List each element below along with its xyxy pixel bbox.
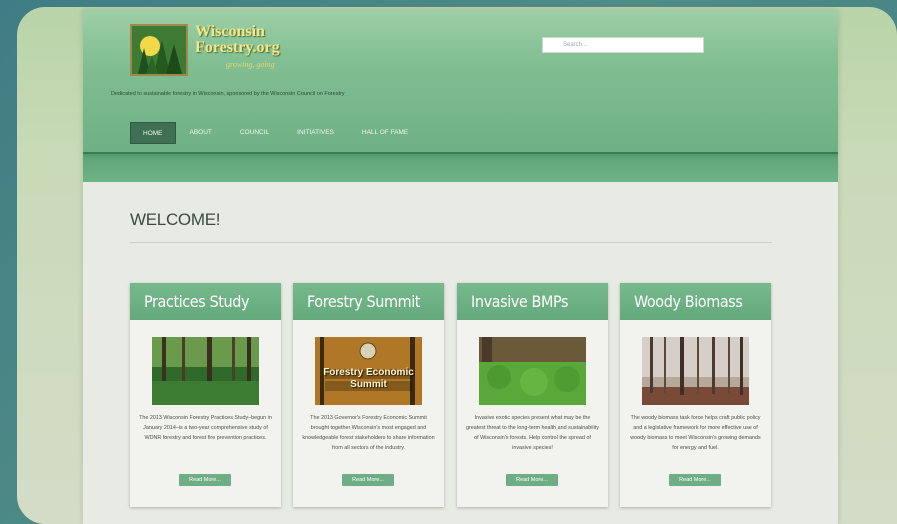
nav-council[interactable]: COUNCIL — [226, 122, 283, 144]
card-text: Invasive exotic species present what may… — [465, 415, 600, 451]
logo-tagline: growing, going — [226, 60, 275, 69]
card-text: The woody biomass task force helps craft… — [630, 415, 761, 451]
logo-line-2: Forestry.org — [195, 39, 280, 56]
nav-hall-of-fame[interactable]: HALL OF FAME — [348, 122, 422, 144]
browser-frame: Wisconsin Forestry.org growing, going Se… — [17, 7, 897, 524]
logo-title[interactable]: Wisconsin Forestry.org — [195, 24, 280, 56]
read-more-button[interactable]: Read More... — [342, 474, 394, 486]
read-more-button[interactable]: Read More... — [669, 474, 721, 486]
card-title[interactable]: Forestry Summit — [293, 283, 444, 320]
nav-about[interactable]: ABOUT — [176, 122, 226, 144]
forest-image[interactable] — [152, 337, 259, 405]
site-header: Wisconsin Forestry.org growing, going Se… — [83, 10, 838, 152]
card-text: The 2013 Governor's Forestry Economic Su… — [302, 415, 435, 451]
card-woody-biomass: Woody Biomass The woody biomass task for… — [620, 283, 771, 507]
page-title: WELCOME! — [130, 210, 221, 229]
card-title[interactable]: Invasive BMPs — [457, 283, 608, 320]
invasive-plants-image[interactable] — [479, 337, 586, 405]
card-practices-study: Practices Study The 2013 Wisconsin Fores… — [130, 283, 281, 507]
read-more-button[interactable]: Read More... — [179, 474, 231, 486]
card-forestry-summit: Forestry Summit Forestry Economic Summit… — [293, 283, 444, 507]
logo-line-1: Wisconsin — [195, 23, 265, 40]
divider — [130, 242, 772, 243]
site-tagline: Dedicated to sustainable forestry in Wis… — [111, 91, 345, 97]
bare-forest-image[interactable] — [642, 337, 749, 405]
read-more-button[interactable]: Read More... — [506, 474, 558, 486]
card-text: The 2013 Wisconsin Forestry Practices St… — [139, 415, 272, 441]
logo-image[interactable] — [130, 24, 188, 76]
card-title[interactable]: Woody Biomass — [620, 283, 771, 320]
summit-image[interactable]: Forestry Economic Summit — [315, 337, 422, 405]
header-bar — [83, 152, 838, 182]
card-title[interactable]: Practices Study — [130, 283, 281, 320]
card-invasive-bmps: Invasive BMPs Invasive exotic species pr… — [457, 283, 608, 507]
main-nav: HOME ABOUT COUNCIL INITIATIVES HALL OF F… — [130, 122, 422, 144]
summit-image-label: Forestry Economic Summit — [323, 367, 414, 390]
search-input[interactable]: Search... — [542, 37, 704, 53]
nav-initiatives[interactable]: INITIATIVES — [283, 122, 348, 144]
nav-home[interactable]: HOME — [130, 122, 176, 144]
site-page: Wisconsin Forestry.org growing, going Se… — [83, 10, 838, 524]
